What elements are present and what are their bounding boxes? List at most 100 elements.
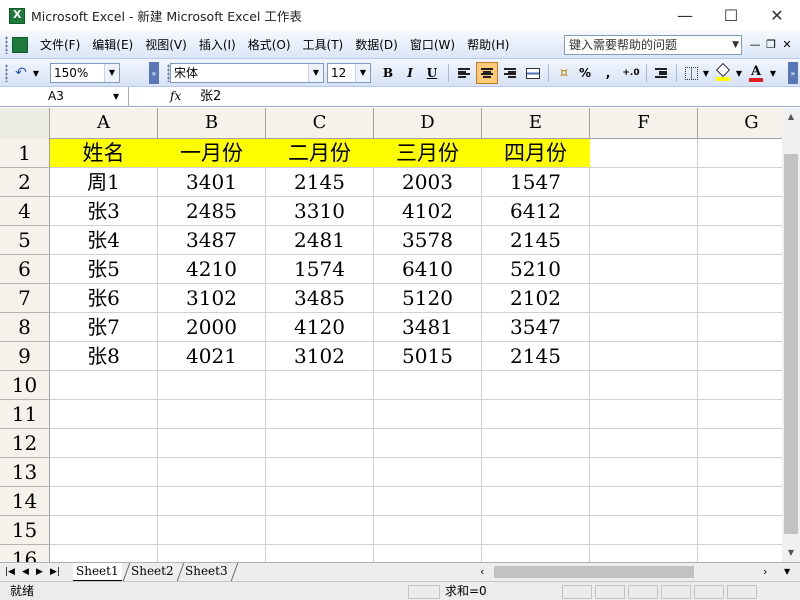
- cell-b10[interactable]: [158, 371, 266, 400]
- cell-e12[interactable]: [482, 429, 590, 458]
- cell-e14[interactable]: [482, 487, 590, 516]
- cell-g16[interactable]: [698, 545, 782, 562]
- cell-d5[interactable]: 3578: [374, 226, 482, 255]
- menu-view[interactable]: 视图(V): [139, 34, 193, 56]
- cell-d15[interactable]: [374, 516, 482, 545]
- first-sheet-icon[interactable]: |◀: [5, 563, 15, 581]
- cell-d1[interactable]: 三月份: [374, 139, 482, 168]
- column-header-e[interactable]: E: [482, 108, 590, 138]
- row-header-15[interactable]: 15: [0, 516, 50, 545]
- italic-button[interactable]: I: [400, 62, 420, 84]
- cell-a9[interactable]: 张8: [50, 342, 158, 371]
- cell-a10[interactable]: [50, 371, 158, 400]
- toolbar-grip-handle[interactable]: [5, 64, 8, 82]
- cell-a2[interactable]: 周1: [50, 168, 158, 197]
- cell-d6[interactable]: 6410: [374, 255, 482, 284]
- cell-b9[interactable]: 4021: [158, 342, 266, 371]
- cell-f12[interactable]: [590, 429, 698, 458]
- cell-b1[interactable]: 一月份: [158, 139, 266, 168]
- cell-d4[interactable]: 4102: [374, 197, 482, 226]
- cell-d12[interactable]: [374, 429, 482, 458]
- worksheet-grid[interactable]: ABCDEFG 1 姓名 一月份 二月份 三月份 四月份 2 周1 3401 2145 2003 15…: [0, 108, 782, 562]
- cell-a15[interactable]: [50, 516, 158, 545]
- chevron-down-icon[interactable]: ▼: [308, 64, 323, 82]
- cell-b13[interactable]: [158, 458, 266, 487]
- cell-a6[interactable]: 张5: [50, 255, 158, 284]
- cell-f9[interactable]: [590, 342, 698, 371]
- menu-edit[interactable]: 编辑(E): [86, 34, 139, 56]
- scroll-down-icon[interactable]: ▼: [782, 544, 800, 562]
- cell-g5[interactable]: [698, 226, 782, 255]
- align-right-button[interactable]: [499, 62, 521, 84]
- merge-center-button[interactable]: [522, 62, 544, 84]
- cell-c1[interactable]: 二月份: [266, 139, 374, 168]
- cell-f10[interactable]: [590, 371, 698, 400]
- cell-d9[interactable]: 5015: [374, 342, 482, 371]
- cell-a14[interactable]: [50, 487, 158, 516]
- cell-c10[interactable]: [266, 371, 374, 400]
- cell-c13[interactable]: [266, 458, 374, 487]
- cell-f8[interactable]: [590, 313, 698, 342]
- cell-e7[interactable]: 2102: [482, 284, 590, 313]
- help-question-input[interactable]: 键入需要帮助的问题 ▼: [564, 35, 742, 55]
- cell-g15[interactable]: [698, 516, 782, 545]
- cell-f5[interactable]: [590, 226, 698, 255]
- cell-b6[interactable]: 4210: [158, 255, 266, 284]
- close-button[interactable]: ✕: [754, 0, 800, 31]
- row-header-10[interactable]: 10: [0, 371, 50, 400]
- vertical-scrollbar[interactable]: ▲ ▼: [782, 108, 800, 562]
- menu-file[interactable]: 文件(F): [34, 34, 86, 56]
- cell-d10[interactable]: [374, 371, 482, 400]
- cell-c16[interactable]: [266, 545, 374, 562]
- menu-format[interactable]: 格式(O): [242, 34, 297, 56]
- row-header-5[interactable]: 5: [0, 226, 50, 255]
- cell-e13[interactable]: [482, 458, 590, 487]
- cell-g12[interactable]: [698, 429, 782, 458]
- column-header-c[interactable]: C: [266, 108, 374, 138]
- cell-a16[interactable]: [50, 545, 158, 562]
- cell-f13[interactable]: [590, 458, 698, 487]
- cell-a4[interactable]: 张3: [50, 197, 158, 226]
- cell-e15[interactable]: [482, 516, 590, 545]
- row-header-7[interactable]: 7: [0, 284, 50, 313]
- cell-f6[interactable]: [590, 255, 698, 284]
- cell-b8[interactable]: 2000: [158, 313, 266, 342]
- cell-f15[interactable]: [590, 516, 698, 545]
- cell-d16[interactable]: [374, 545, 482, 562]
- font-color-button[interactable]: A: [745, 62, 767, 84]
- workbook-minimize-button[interactable]: —: [747, 36, 763, 54]
- cell-e16[interactable]: [482, 545, 590, 562]
- cell-b12[interactable]: [158, 429, 266, 458]
- cell-d14[interactable]: [374, 487, 482, 516]
- cell-d8[interactable]: 3481: [374, 313, 482, 342]
- name-box[interactable]: A3 ▼: [0, 87, 129, 106]
- cell-g2[interactable]: [698, 168, 782, 197]
- excel-app-icon[interactable]: [9, 7, 25, 24]
- cell-b4[interactable]: 2485: [158, 197, 266, 226]
- cell-g4[interactable]: [698, 197, 782, 226]
- font-size-select[interactable]: 12 ▼: [327, 63, 371, 83]
- cell-b16[interactable]: [158, 545, 266, 562]
- vertical-scroll-thumb[interactable]: [784, 154, 798, 534]
- cell-e1[interactable]: 四月份: [482, 139, 590, 168]
- cell-f2[interactable]: [590, 168, 698, 197]
- cell-a1[interactable]: 姓名: [50, 139, 158, 168]
- cell-g13[interactable]: [698, 458, 782, 487]
- cell-d2[interactable]: 2003: [374, 168, 482, 197]
- scroll-up-icon[interactable]: ▲: [782, 108, 800, 126]
- cell-g11[interactable]: [698, 400, 782, 429]
- row-header-9[interactable]: 9: [0, 342, 50, 371]
- maximize-button[interactable]: ☐: [708, 0, 754, 31]
- cell-c5[interactable]: 2481: [266, 226, 374, 255]
- menu-help[interactable]: 帮助(H): [461, 34, 515, 56]
- cell-f4[interactable]: [590, 197, 698, 226]
- cell-e5[interactable]: 2145: [482, 226, 590, 255]
- cell-c12[interactable]: [266, 429, 374, 458]
- cell-g7[interactable]: [698, 284, 782, 313]
- chevron-down-icon[interactable]: ▼: [732, 36, 739, 54]
- row-header-1[interactable]: 1: [0, 139, 50, 168]
- cell-e2[interactable]: 1547: [482, 168, 590, 197]
- scroll-left-icon[interactable]: ‹: [480, 563, 484, 581]
- sheet-tab-sheet1[interactable]: Sheet1: [73, 563, 122, 581]
- cell-c14[interactable]: [266, 487, 374, 516]
